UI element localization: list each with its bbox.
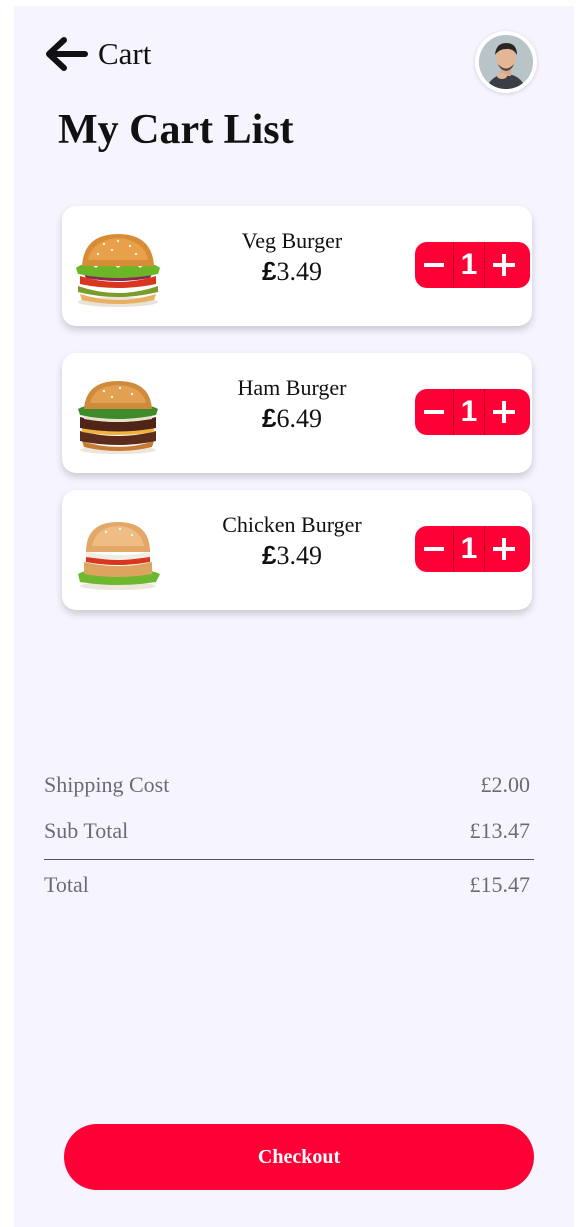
increase-button[interactable]	[485, 389, 523, 435]
total-row: Total £15.47	[44, 872, 534, 902]
summary-divider	[44, 859, 534, 860]
increase-button[interactable]	[485, 242, 523, 288]
item-name: Veg Burger	[241, 228, 343, 253]
ham-burger-image	[74, 375, 162, 455]
arrow-left-icon	[44, 37, 88, 71]
minus-icon	[424, 410, 444, 414]
minus-icon	[424, 547, 444, 551]
veg-burger-image	[74, 228, 162, 308]
shipping-row: Shipping Cost £2.00	[44, 772, 534, 802]
page-title: My Cart List	[58, 107, 294, 153]
plus-icon	[493, 538, 515, 560]
quantity-stepper[interactable]: 1	[415, 389, 530, 435]
subtotal-value: £13.47	[469, 818, 531, 843]
quantity-stepper[interactable]: 1	[415, 526, 530, 572]
total-label: Total	[44, 872, 89, 897]
quantity-value: 1	[453, 526, 485, 572]
decrease-button[interactable]	[415, 526, 453, 572]
quantity-stepper[interactable]: 1	[415, 242, 530, 288]
item-name: Chicken Burger	[222, 512, 362, 537]
header-title: Cart	[98, 36, 152, 71]
currency-symbol: £	[262, 256, 277, 286]
user-avatar[interactable]	[475, 31, 537, 93]
minus-icon	[424, 263, 444, 267]
item-name: Ham Burger	[237, 375, 347, 400]
decrease-button[interactable]	[415, 389, 453, 435]
price-value: 3.49	[276, 541, 322, 570]
subtotal-row: Sub Total £13.47	[44, 818, 534, 848]
cart-screen: Cart My Cart List Veg Burger £3.49 1 Ham…	[14, 6, 574, 1227]
chicken-burger-image	[74, 512, 162, 592]
subtotal-label: Sub Total	[44, 818, 129, 843]
cart-item[interactable]: Ham Burger £6.49 1	[62, 353, 532, 473]
decrease-button[interactable]	[415, 242, 453, 288]
quantity-value: 1	[453, 242, 485, 288]
quantity-value: 1	[453, 389, 485, 435]
checkout-button[interactable]: Checkout	[64, 1124, 534, 1190]
currency-symbol: £	[262, 403, 277, 433]
plus-icon	[493, 401, 515, 423]
shipping-value: £2.00	[480, 772, 531, 797]
back-button[interactable]: Cart	[44, 36, 151, 72]
price-value: 6.49	[276, 404, 322, 433]
cart-item[interactable]: Chicken Burger £3.49 1	[62, 490, 532, 610]
increase-button[interactable]	[485, 526, 523, 572]
currency-symbol: £	[262, 540, 277, 570]
price-value: 3.49	[276, 257, 322, 286]
total-value: £15.47	[469, 872, 531, 897]
item-price: £3.49	[212, 540, 372, 571]
shipping-label: Shipping Cost	[44, 772, 170, 797]
cart-item[interactable]: Veg Burger £3.49 1	[62, 206, 532, 326]
plus-icon	[493, 254, 515, 276]
item-price: £6.49	[212, 403, 372, 434]
header: Cart	[14, 6, 574, 106]
item-price: £3.49	[212, 256, 372, 287]
